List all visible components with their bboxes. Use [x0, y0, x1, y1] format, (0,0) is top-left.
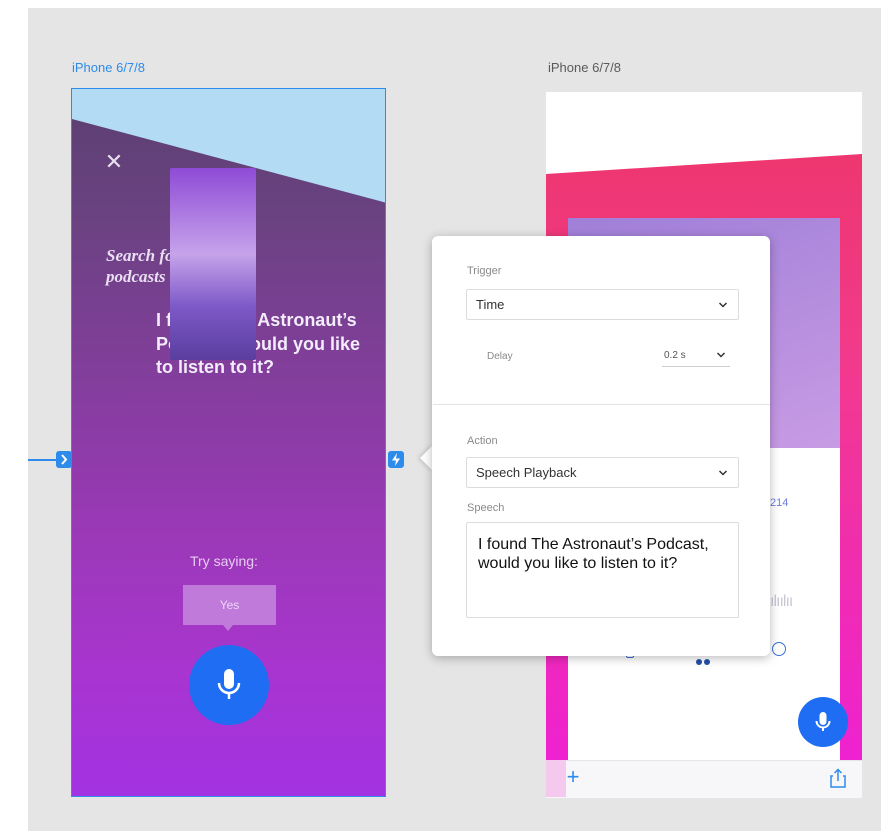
forward-icon[interactable] [772, 642, 786, 656]
arrow-right-icon [61, 454, 68, 465]
delay-label: Delay [487, 351, 513, 362]
episode-date-fragment: 214 [770, 497, 789, 509]
microphone-icon [815, 712, 831, 731]
microphone-icon [217, 669, 241, 699]
trigger-value: Time [476, 297, 505, 312]
try-saying-label: Try saying: [190, 553, 258, 569]
share-icon[interactable] [829, 768, 847, 788]
plus-icon[interactable]: + [563, 766, 583, 788]
artboard-title-right[interactable]: iPhone 6/7/8 [548, 60, 621, 75]
speech-text: I found The Astronaut’s Podcast, would y… [478, 536, 709, 572]
home-artboard-connector[interactable] [56, 451, 72, 468]
chevron-down-icon [718, 302, 728, 308]
delay-underline [662, 366, 730, 367]
suggestion-bubble[interactable]: Yes [183, 585, 276, 631]
prototype-wire [28, 459, 56, 461]
microphone-button[interactable] [189, 645, 269, 725]
interaction-connector[interactable] [388, 451, 404, 468]
chevron-down-icon[interactable] [716, 350, 726, 360]
delay-value[interactable]: 0.2 s [664, 350, 686, 361]
close-icon[interactable]: ✕ [104, 152, 124, 174]
artboard-title-left[interactable]: iPhone 6/7/8 [72, 60, 145, 75]
lightning-icon [392, 453, 400, 466]
audio-waveform: ılıılıı [770, 593, 793, 610]
trigger-dropdown[interactable]: Time [466, 289, 739, 320]
action-label: Action [467, 435, 498, 447]
chevron-down-icon [718, 470, 728, 476]
speech-label: Speech [467, 502, 505, 514]
popover-divider [433, 404, 770, 405]
speech-textarea[interactable]: I found The Astronaut’s Podcast, would y… [466, 522, 739, 618]
podcast-cover-art [170, 168, 256, 360]
trigger-label: Trigger [467, 265, 502, 277]
action-value: Speech Playback [476, 465, 577, 480]
bottom-toolbar [546, 760, 862, 798]
microphone-button-small[interactable] [798, 697, 848, 747]
action-dropdown[interactable]: Speech Playback [466, 457, 739, 488]
